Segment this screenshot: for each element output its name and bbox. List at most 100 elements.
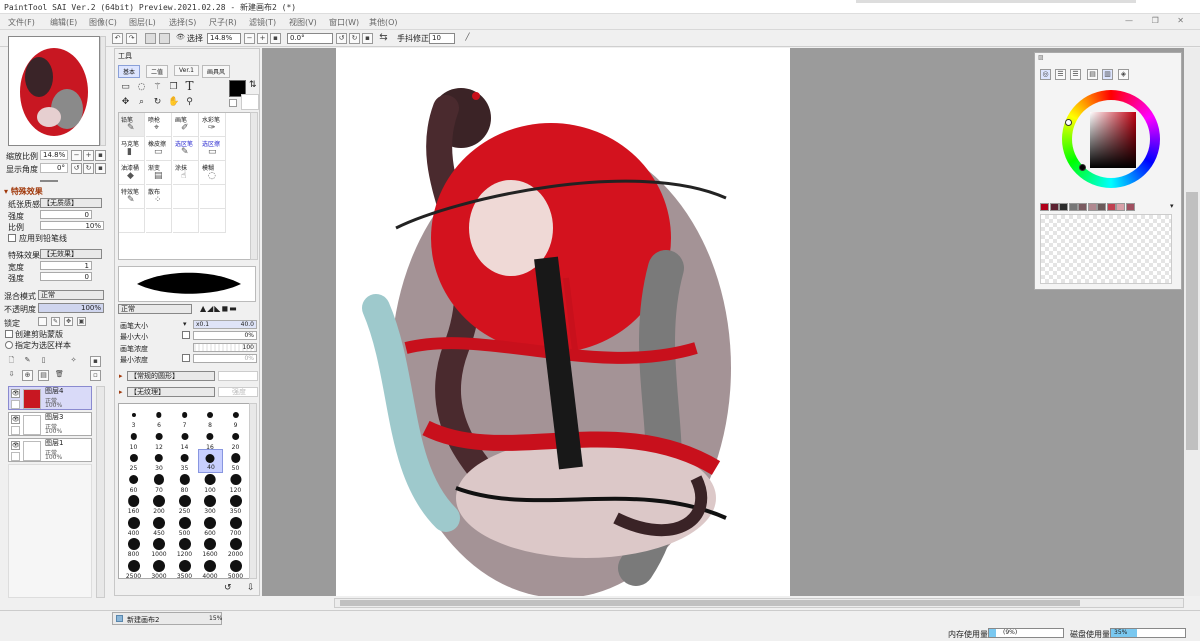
pen-icon[interactable] xyxy=(11,452,20,461)
brush-size-cell[interactable]: 25 xyxy=(121,449,146,473)
min-density-bar[interactable]: 0% xyxy=(193,354,257,363)
scratch-area[interactable] xyxy=(1040,214,1172,284)
brush-size-cell[interactable]: 500 xyxy=(172,514,197,538)
new-pen-layer-icon[interactable]: ✎ xyxy=(22,356,33,367)
brush-blend-select[interactable]: 正常 xyxy=(118,304,192,314)
eyedropper-icon[interactable]: ⚲ xyxy=(184,97,195,108)
brush-size-cell[interactable]: 6 xyxy=(147,406,172,430)
paper-texture-select[interactable]: 【无质感】 xyxy=(40,198,102,208)
menu-window[interactable]: 窗口(W) xyxy=(329,17,359,28)
brush-bucket[interactable]: 油漆桶 ◆ xyxy=(119,161,145,185)
brush-empty-slot[interactable] xyxy=(173,209,199,233)
brush-size-cell[interactable]: 14 xyxy=(172,428,197,452)
nav-angle-value[interactable]: 0° xyxy=(40,163,68,173)
zoom-select[interactable]: 14.8% xyxy=(207,33,241,44)
zoom-out-icon[interactable]: − xyxy=(244,33,255,44)
brush-effect-pen[interactable]: 特效笔 ✎ xyxy=(119,185,145,209)
brush-size-cell[interactable]: 50 xyxy=(223,449,248,473)
brush-size-cell[interactable]: 400 xyxy=(121,514,146,538)
lock-paint-icon[interactable]: ✎ xyxy=(51,317,60,326)
eye-icon[interactable]: 👁 xyxy=(175,33,186,44)
undo-icon[interactable]: ↶ xyxy=(112,33,123,44)
color-swatch[interactable] xyxy=(1078,203,1087,211)
brush-empty-slot[interactable] xyxy=(146,209,172,233)
clear-layer-icon[interactable]: ✧ xyxy=(68,356,79,367)
lock-all-icon[interactable]: ▣ xyxy=(77,317,86,326)
color-swatch[interactable] xyxy=(1049,203,1059,211)
brush-brush[interactable]: 画笔 ✐ xyxy=(173,113,199,137)
nav-rotate-ccw-icon[interactable]: ↺ xyxy=(71,163,82,174)
brush-size-cell[interactable]: 9 xyxy=(223,406,248,430)
menu-edit[interactable]: 编辑(E) xyxy=(50,17,77,28)
brush-size-cell[interactable]: 5000 xyxy=(223,557,248,581)
brush-size-cell[interactable]: 35 xyxy=(172,449,197,473)
color-swatch[interactable] xyxy=(1087,203,1097,211)
brush-size-cell[interactable]: 70 xyxy=(147,471,172,495)
palette-tab-icon[interactable]: ▥ xyxy=(1102,69,1113,80)
texture-expand-icon[interactable]: ▸ xyxy=(119,388,123,396)
opacity-value[interactable]: 100% xyxy=(38,303,104,313)
min-size-checkbox[interactable] xyxy=(182,331,190,339)
eye-icon[interactable]: 👁 xyxy=(11,441,20,450)
deselect-icon[interactable] xyxy=(145,33,156,44)
effect-strength-value[interactable]: 0 xyxy=(40,272,92,281)
zoom-reset-icon[interactable]: ▪ xyxy=(270,33,281,44)
brush-empty-slot[interactable] xyxy=(173,185,199,209)
brush-empty-slot[interactable] xyxy=(200,209,226,233)
nav-zoom-value[interactable]: 14.8% xyxy=(40,150,68,160)
pen-icon[interactable] xyxy=(11,426,20,435)
brush-size-cell[interactable]: 250 xyxy=(172,492,197,516)
menu-view[interactable]: 视图(V) xyxy=(289,17,317,28)
brush-grid-scrollbar[interactable] xyxy=(250,112,258,260)
brush-size-cell[interactable]: 600 xyxy=(198,514,223,538)
color-swatch[interactable] xyxy=(1116,203,1125,211)
layer-menu-icon[interactable]: ▫ xyxy=(90,370,101,381)
min-size-bar[interactable]: 0% xyxy=(193,331,257,340)
brush-size-cell[interactable]: 16 xyxy=(198,428,223,452)
new-layer-icon[interactable]: 🗋 xyxy=(6,356,17,367)
brush-size-cell[interactable]: 3000 xyxy=(147,557,172,581)
save-brush-icon[interactable]: ⇩ xyxy=(247,583,255,593)
swap-colors-icon[interactable]: ⇅ xyxy=(249,80,257,90)
brush-size-cell[interactable]: 10 xyxy=(121,428,146,452)
nav-rotate-cw-icon[interactable]: ↻ xyxy=(83,163,94,174)
stabilizer-select[interactable]: 10 xyxy=(429,33,455,44)
brush-texture-strength[interactable]: 强度 xyxy=(218,387,258,397)
text-tool-icon[interactable]: T xyxy=(184,80,195,92)
duplicate-layer-icon[interactable]: ▤ xyxy=(38,370,49,381)
shape-expand-icon[interactable]: ▸ xyxy=(119,372,123,380)
hsv-slider-tab-icon[interactable]: ☰ xyxy=(1070,69,1081,80)
brush-size-cell[interactable]: 450 xyxy=(147,514,172,538)
redo-icon[interactable]: ↷ xyxy=(126,33,137,44)
eye-icon[interactable]: 👁 xyxy=(11,389,20,398)
brush-scatter[interactable]: 散布 ⁘ xyxy=(146,185,172,209)
brush-smudge[interactable]: 涂抹 ☝ xyxy=(173,161,199,185)
line-tool-icon[interactable]: ╱ xyxy=(462,33,473,44)
brush-size-cell[interactable]: 300 xyxy=(198,492,223,516)
brush-size-cell[interactable]: 100 xyxy=(198,471,223,495)
apply-pen-checkbox[interactable] xyxy=(8,234,16,242)
canvas-document[interactable] xyxy=(336,48,790,598)
rotate-cw-icon[interactable]: ↻ xyxy=(349,33,360,44)
navigator-preview[interactable] xyxy=(8,36,100,146)
transfer-down-icon[interactable]: ⇩ xyxy=(6,370,17,381)
tab-paint-style[interactable]: 画具风 xyxy=(202,65,231,78)
menu-file[interactable]: 文件(F) xyxy=(8,17,35,28)
color-swatch[interactable] xyxy=(1068,203,1078,211)
brush-gradient[interactable]: 渐变 ▤ xyxy=(146,161,172,185)
color-swatch[interactable] xyxy=(1097,203,1106,211)
brush-size-cell[interactable]: 80 xyxy=(172,471,197,495)
vertical-scroll-thumb[interactable] xyxy=(1186,192,1198,450)
menu-filter[interactable]: 滤镜(T) xyxy=(249,17,276,28)
brush-size-cell[interactable]: 12 xyxy=(147,428,172,452)
brush-size-cell[interactable]: 3500 xyxy=(172,557,197,581)
brush-marker[interactable]: 马克笔 ▮ xyxy=(119,137,145,161)
menu-other[interactable]: 其他(O) xyxy=(369,17,398,28)
zoom-in-icon[interactable]: + xyxy=(257,33,268,44)
clipping-mask-checkbox[interactable] xyxy=(5,330,13,338)
effect-select[interactable]: 【无效果】 xyxy=(40,249,102,259)
rotate-icon[interactable]: ↻ xyxy=(152,97,163,108)
brush-shape-strength[interactable] xyxy=(218,371,258,381)
brush-watercolor[interactable]: 水彩笔 ✑ xyxy=(200,113,226,137)
brush-shape-select[interactable]: 【常规的圆形】 xyxy=(127,371,215,381)
